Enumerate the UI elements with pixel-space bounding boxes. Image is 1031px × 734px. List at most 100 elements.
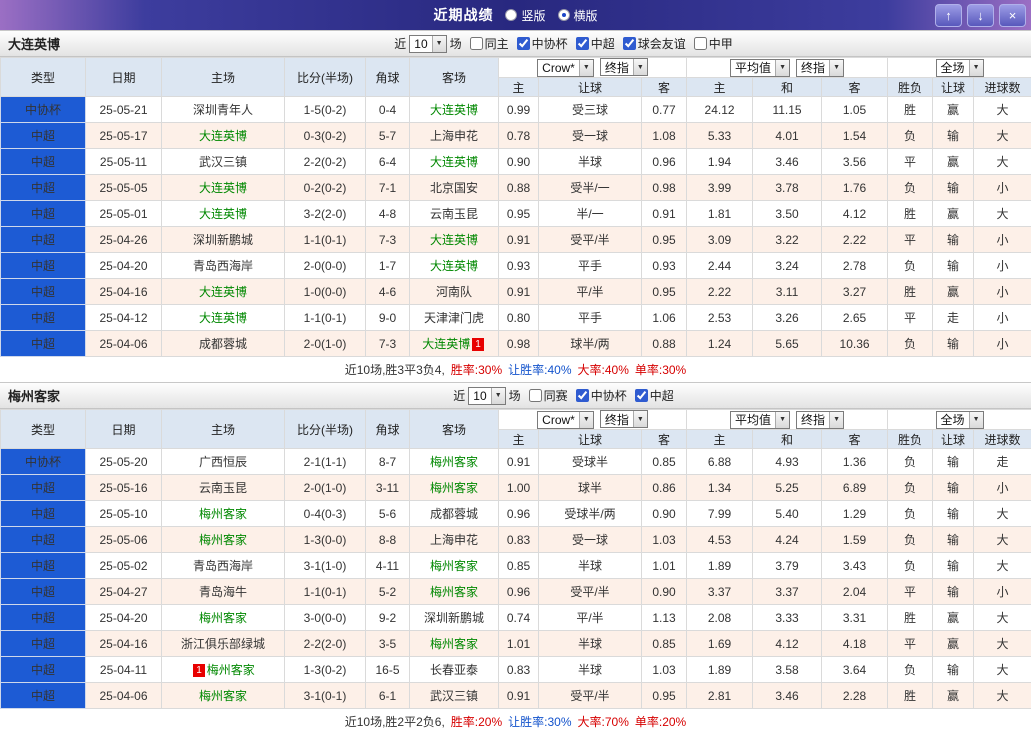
league-filter-checkbox[interactable] [623,37,636,50]
odds-source-dropdown[interactable]: Crow*▼ [537,411,594,429]
col-header: 比分(半场) [285,58,366,97]
close-button[interactable]: × [999,4,1026,27]
summary-segment: 让胜率:40% [508,361,571,378]
avg-away: 3.64 [822,657,888,683]
team-link[interactable]: 梅州客家 [199,507,247,521]
team-link[interactable]: 深圳青年人 [193,103,253,117]
match-type: 中超 [1,683,86,709]
result-scope-dropdown[interactable]: 全场▼ [936,411,984,429]
team-link[interactable]: 梅州客家 [430,455,478,469]
team-link[interactable]: 青岛西海岸 [193,259,253,273]
team-link[interactable]: 大连英博 [430,259,478,273]
team-link[interactable]: 河南队 [436,285,472,299]
match-score: 2-2(0-2) [285,149,366,175]
league-filter[interactable]: 同赛 [529,387,568,404]
odds-time-dropdown[interactable]: 终指▼ [600,58,648,76]
team-link[interactable]: 浙江俱乐部绿城 [181,637,265,651]
avg-time-dropdown[interactable]: 终指▼ [796,59,844,77]
league-filter[interactable]: 中超 [635,387,674,404]
team-link[interactable]: 梅州客家 [199,533,247,547]
col-header: 让球 [539,78,642,97]
team-link[interactable]: 武汉三镇 [199,155,247,169]
match-row: 中超 25-04-11 1梅州客家 1-3(0-2) 16-5 长春亚泰 0.8… [1,657,1031,683]
team-link[interactable]: 梅州客家 [430,585,478,599]
avg-draw: 3.26 [753,305,822,331]
league-filter-checkbox[interactable] [470,37,483,50]
view-option-horizontal[interactable]: 横版 [558,7,598,24]
team-link[interactable]: 大连英博 [199,129,247,143]
team-link[interactable]: 上海申花 [430,129,478,143]
result-scope-dropdown[interactable]: 全场▼ [936,59,984,77]
league-filter[interactable]: 球会友谊 [623,35,686,52]
team-link[interactable]: 青岛海牛 [199,585,247,599]
match-type: 中超 [1,553,86,579]
corner-score: 3-5 [366,631,410,657]
team-link[interactable]: 梅州客家 [430,637,478,651]
team-link[interactable]: 大连英博 [422,337,470,351]
move-down-button[interactable]: ↓ [967,4,994,27]
odds-time-dropdown[interactable]: 终指▼ [600,410,648,428]
home-team-cell: 1梅州客家 [162,657,285,683]
avg-source-dropdown[interactable]: 平均值▼ [730,59,790,77]
corner-score: 3-11 [366,475,410,501]
team-link[interactable]: 大连英博 [199,207,247,221]
avg-away: 1.29 [822,501,888,527]
avg-away: 10.36 [822,331,888,357]
league-filter[interactable]: 中协杯 [517,35,568,52]
team-link[interactable]: 大连英博 [199,285,247,299]
team-link[interactable]: 广西恒辰 [199,455,247,469]
league-filter-checkbox[interactable] [635,389,648,402]
result-winloss: 平 [888,227,933,253]
team-link[interactable]: 云南玉昆 [199,481,247,495]
team-link[interactable]: 成都蓉城 [430,507,478,521]
team-link[interactable]: 上海申花 [430,533,478,547]
team-link[interactable]: 梅州客家 [207,663,255,677]
league-filter-checkbox[interactable] [694,37,707,50]
odds-away: 0.90 [642,579,687,605]
team-link[interactable]: 深圳新鹏城 [193,233,253,247]
team-link[interactable]: 大连英博 [199,181,247,195]
result-goals: 大 [974,605,1031,631]
corner-score: 5-6 [366,501,410,527]
team-link[interactable]: 云南玉昆 [430,207,478,221]
league-filter[interactable]: 同主 [470,35,509,52]
radio-icon [505,9,517,21]
view-option-vertical[interactable]: 竖版 [505,7,545,24]
team-link[interactable]: 长春亚泰 [430,663,478,677]
team-link[interactable]: 梅州客家 [430,481,478,495]
away-team-cell: 大连英博 [410,227,499,253]
result-winloss: 负 [888,253,933,279]
odds-source-dropdown[interactable]: Crow*▼ [537,59,594,77]
team-link[interactable]: 成都蓉城 [199,337,247,351]
team-link[interactable]: 大连英博 [199,311,247,325]
league-filter-checkbox[interactable] [529,389,542,402]
away-team-cell: 成都蓉城 [410,501,499,527]
team-link[interactable]: 梅州客家 [430,559,478,573]
team-section: 梅州客家 近 10▼ 场 同赛中协杯中超 类型日期主场比分(半场)角球客场 Cr… [0,382,1031,734]
league-filter-checkbox[interactable] [517,37,530,50]
league-filter[interactable]: 中协杯 [576,387,627,404]
team-link[interactable]: 大连英博 [430,103,478,117]
league-filter[interactable]: 中甲 [694,35,733,52]
team-link[interactable]: 武汉三镇 [430,689,478,703]
avg-source-dropdown[interactable]: 平均值▼ [730,411,790,429]
result-handicap: 输 [933,331,974,357]
team-link[interactable]: 天津津门虎 [424,311,484,325]
team-link[interactable]: 深圳新鹏城 [424,611,484,625]
match-count-dropdown[interactable]: 10▼ [409,35,446,53]
odds-away: 0.85 [642,449,687,475]
league-filter-checkbox[interactable] [576,389,589,402]
team-link[interactable]: 大连英博 [430,155,478,169]
team-link[interactable]: 北京国安 [430,181,478,195]
team-link[interactable]: 梅州客家 [199,611,247,625]
team-link[interactable]: 梅州客家 [199,689,247,703]
team-link[interactable]: 青岛西海岸 [193,559,253,573]
home-team-cell: 青岛西海岸 [162,253,285,279]
team-link[interactable]: 大连英博 [430,233,478,247]
move-up-button[interactable]: ↑ [935,4,962,27]
corner-score: 1-7 [366,253,410,279]
match-count-dropdown[interactable]: 10▼ [468,387,505,405]
league-filter[interactable]: 中超 [576,35,615,52]
avg-time-dropdown[interactable]: 终指▼ [796,411,844,429]
league-filter-checkbox[interactable] [576,37,589,50]
